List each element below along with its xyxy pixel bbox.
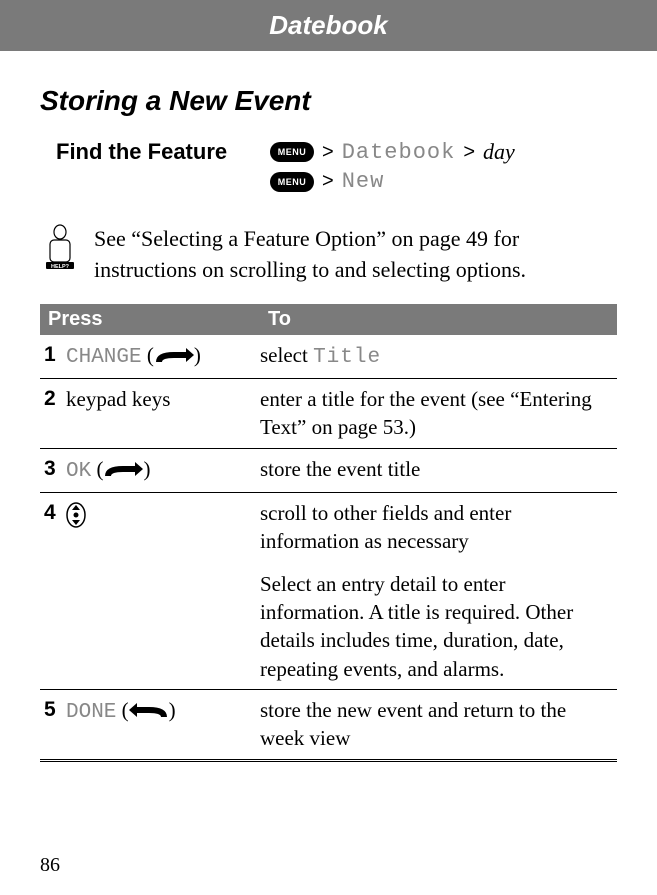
- to-cell: store the new event and return to the we…: [260, 696, 617, 753]
- chapter-header: Datebook: [0, 0, 657, 51]
- feature-paths: MENU > Datebook > day MENU > New: [270, 139, 617, 198]
- left-softkey-icon: [129, 703, 169, 721]
- breadcrumb-separator: >: [322, 141, 334, 164]
- help-note: HELP? See “Selecting a Feature Option” o…: [40, 224, 617, 286]
- to-text: enter a title for the event (see “Enteri…: [260, 387, 592, 439]
- softkey-label: CHANGE: [66, 346, 142, 369]
- path-item: New: [342, 169, 385, 194]
- press-cell: OK (): [66, 455, 260, 486]
- to-text: store the event title: [260, 457, 420, 481]
- to-text: scroll to other fields and enter informa…: [260, 501, 511, 553]
- step-number: 2: [40, 385, 66, 442]
- path-item: Datebook: [342, 140, 456, 165]
- press-cell: keypad keys: [66, 385, 260, 442]
- press-text: keypad keys: [66, 387, 170, 411]
- to-text: store the new event and return to the we…: [260, 698, 566, 750]
- step-number: 1: [40, 341, 66, 372]
- table-row: 2keypad keys enter a title for the event …: [40, 379, 617, 449]
- scroll-key-icon: [66, 502, 86, 528]
- softkey-label: OK: [66, 460, 91, 483]
- table-header-press: Press: [40, 304, 260, 335]
- chapter-title: Datebook: [269, 10, 387, 40]
- instruction-table: Press To 1CHANGE ()select Title2keypad k…: [40, 304, 617, 762]
- find-the-feature: Find the Feature MENU > Datebook > day M…: [40, 139, 617, 198]
- to-cell: store the event title: [260, 455, 617, 486]
- find-feature-label: Find the Feature: [40, 139, 270, 198]
- section-title: Storing a New Event: [40, 85, 617, 117]
- feature-path-row: MENU > New: [270, 169, 617, 194]
- path-item-italic: day: [483, 139, 515, 165]
- table-row: 4 scroll to other fields and enter inform…: [40, 493, 617, 690]
- table-header-row: Press To: [40, 304, 617, 335]
- table-row: 1CHANGE ()select Title: [40, 335, 617, 379]
- press-cell: CHANGE (): [66, 341, 260, 372]
- to-text: select: [260, 343, 313, 367]
- to-cell: enter a title for the event (see “Enteri…: [260, 385, 617, 442]
- to-cell: scroll to other fields and enter informa…: [260, 499, 617, 683]
- to-text-extra: Select an entry detail to enter informat…: [260, 570, 611, 683]
- to-code: Title: [313, 346, 381, 369]
- help-text: See “Selecting a Feature Option” on page…: [94, 224, 617, 286]
- svg-text:HELP?: HELP?: [51, 264, 70, 270]
- menu-key-icon: MENU: [270, 172, 314, 192]
- menu-key-icon: MENU: [270, 142, 314, 162]
- step-number: 3: [40, 455, 66, 486]
- to-cell: select Title: [260, 341, 617, 372]
- page-number: 86: [40, 854, 60, 877]
- table-row: 3OK ()store the event title: [40, 449, 617, 493]
- press-cell: [66, 499, 260, 683]
- step-number: 4: [40, 499, 66, 683]
- step-number: 5: [40, 696, 66, 753]
- help-icon: HELP?: [40, 224, 80, 270]
- table-row: 5DONE ()store the new event and return t…: [40, 690, 617, 762]
- breadcrumb-separator: >: [322, 170, 334, 193]
- breadcrumb-separator: >: [463, 141, 475, 164]
- page-content: Storing a New Event Find the Feature MEN…: [0, 51, 657, 762]
- right-softkey-icon: [154, 348, 194, 366]
- right-softkey-icon: [103, 462, 143, 480]
- table-header-to: To: [260, 304, 617, 335]
- feature-path-row: MENU > Datebook > day: [270, 139, 617, 165]
- softkey-label: DONE: [66, 701, 116, 724]
- press-cell: DONE (): [66, 696, 260, 753]
